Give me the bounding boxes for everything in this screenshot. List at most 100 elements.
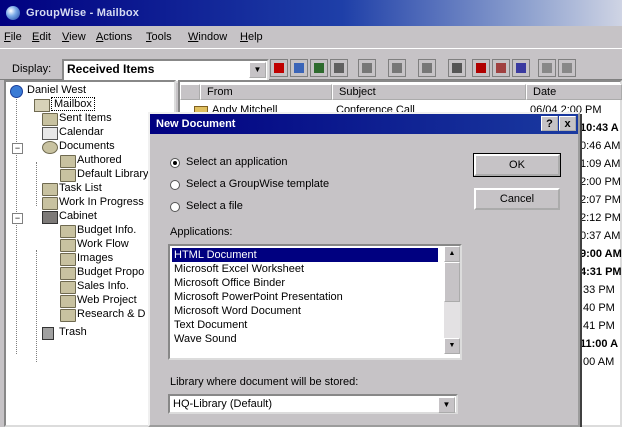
folder-icon	[60, 253, 76, 266]
chevron-down-icon[interactable]: ▼	[249, 62, 266, 78]
documents-icon	[42, 141, 58, 154]
menu-help[interactable]: Help	[240, 31, 263, 43]
day-view-button[interactable]	[472, 59, 490, 77]
message-time: 2:12 PM	[580, 212, 621, 224]
list-item[interactable]: Text Document	[172, 318, 438, 332]
folder-icon	[60, 295, 76, 308]
folder-icon	[60, 225, 76, 238]
help-button[interactable]: ?	[541, 116, 558, 131]
message-time: 2:07 PM	[580, 194, 621, 206]
column-date-header[interactable]: Date	[526, 84, 622, 100]
list-item[interactable]: Microsoft Office Binder	[172, 276, 438, 290]
message-time: :40 PM	[580, 302, 615, 314]
list-item[interactable]: Microsoft Excel Worksheet	[172, 262, 438, 276]
column-from-header[interactable]: From	[200, 84, 332, 100]
collapse-documents-icon[interactable]: −	[12, 143, 23, 154]
chevron-down-icon[interactable]: ▼	[438, 397, 455, 413]
split-view-button[interactable]	[558, 59, 576, 77]
message-time: :41 PM	[580, 320, 615, 332]
user-icon	[10, 85, 23, 98]
applications-listbox[interactable]: HTML Document Microsoft Excel Worksheet …	[168, 244, 462, 360]
message-time: 10:43 A	[580, 122, 619, 134]
scroll-down-icon[interactable]: ▼	[444, 338, 460, 354]
display-value: Received Items	[67, 62, 155, 76]
message-time: :33 PM	[580, 284, 615, 296]
menu-window[interactable]: Window	[188, 31, 227, 43]
trash-icon	[42, 327, 54, 340]
cabinet-icon	[42, 211, 58, 224]
radio-unselected-icon	[170, 180, 180, 190]
list-item[interactable]: Microsoft Word Document	[172, 304, 438, 318]
window-title: GroupWise - Mailbox	[26, 7, 140, 19]
scroll-up-icon[interactable]: ▲	[444, 246, 460, 262]
calendar-icon	[476, 63, 486, 73]
folder-icon	[60, 281, 76, 294]
cancel-button[interactable]: Cancel	[474, 188, 560, 210]
list-item[interactable]: HTML Document	[172, 248, 438, 262]
radio-unselected-icon	[170, 202, 180, 212]
groupwise-app-icon[interactable]	[6, 6, 20, 20]
reply-icon	[362, 63, 372, 73]
find-button[interactable]	[330, 59, 348, 77]
column-subject-header[interactable]: Subject	[332, 84, 526, 100]
message-time: 9:00 AM	[580, 248, 622, 260]
radio-selected-icon	[170, 158, 180, 168]
magnifier-icon	[334, 63, 344, 73]
week-view-button[interactable]	[492, 59, 510, 77]
new-mail-button[interactable]	[270, 59, 288, 77]
applications-label: Applications:	[170, 226, 233, 238]
message-time: 0:37 AM	[580, 230, 621, 242]
calendar-icon	[42, 127, 58, 140]
toolbar: Display: Received Items ▼	[0, 48, 622, 83]
envelope-icon	[274, 63, 284, 73]
close-button[interactable]: x	[559, 116, 576, 131]
window-title-bar: GroupWise - Mailbox	[0, 0, 622, 26]
folder-icon	[60, 267, 76, 280]
forward-icon	[392, 63, 402, 73]
list-item[interactable]: Microsoft PowerPoint Presentation	[172, 290, 438, 304]
dialog-title: New Document	[156, 118, 236, 130]
address-book-button[interactable]	[538, 59, 556, 77]
properties-button[interactable]	[290, 59, 308, 77]
list-item[interactable]: Wave Sound	[172, 332, 438, 346]
message-time: 1:09 AM	[580, 158, 621, 170]
menu-edit[interactable]: Edit	[32, 31, 51, 43]
new-document-dialog: New Document ? x Select an application S…	[148, 112, 580, 427]
library-dropdown[interactable]: HQ-Library (Default) ▼	[168, 394, 458, 414]
collapse-cabinet-icon[interactable]: −	[12, 213, 23, 224]
reply-button[interactable]	[358, 59, 376, 77]
calendar-week-icon	[496, 63, 506, 73]
menu-actions[interactable]: Actions	[96, 31, 132, 43]
document-icon	[314, 63, 324, 73]
message-time: 0:46 AM	[580, 140, 621, 152]
delegate-icon	[422, 63, 432, 73]
address-book-icon	[542, 63, 552, 73]
applications-scrollbar[interactable]: ▲ ▼	[444, 246, 460, 354]
message-time: :00 AM	[580, 356, 615, 368]
menu-file[interactable]: File	[4, 31, 22, 43]
ok-button[interactable]: OK	[473, 153, 561, 177]
library-value: HQ-Library (Default)	[173, 398, 273, 410]
column-icon-header[interactable]	[180, 84, 200, 100]
folder-icon	[42, 113, 58, 126]
display-label: Display:	[12, 63, 52, 75]
forward-button[interactable]	[388, 59, 406, 77]
delegate-button[interactable]	[418, 59, 436, 77]
menu-view[interactable]: View	[62, 31, 86, 43]
folder-icon	[60, 309, 76, 322]
dialog-title-bar: New Document ? x	[150, 114, 578, 134]
window-icon	[562, 63, 572, 73]
folder-icon	[60, 155, 76, 168]
folder-icon	[60, 239, 76, 252]
scroll-thumb[interactable]	[444, 262, 460, 302]
menu-tools[interactable]: Tools	[146, 31, 172, 43]
month-view-button[interactable]	[512, 59, 530, 77]
open-button[interactable]	[310, 59, 328, 77]
trash-icon	[452, 63, 462, 73]
mailbox-icon	[34, 99, 50, 112]
delete-button[interactable]	[448, 59, 466, 77]
library-label: Library where document will be stored:	[170, 376, 359, 388]
calendar-month-icon	[516, 63, 526, 73]
message-time: 4:31 PM	[580, 266, 622, 278]
menu-bar: File Edit View Actions Tools Window Help	[0, 26, 622, 48]
